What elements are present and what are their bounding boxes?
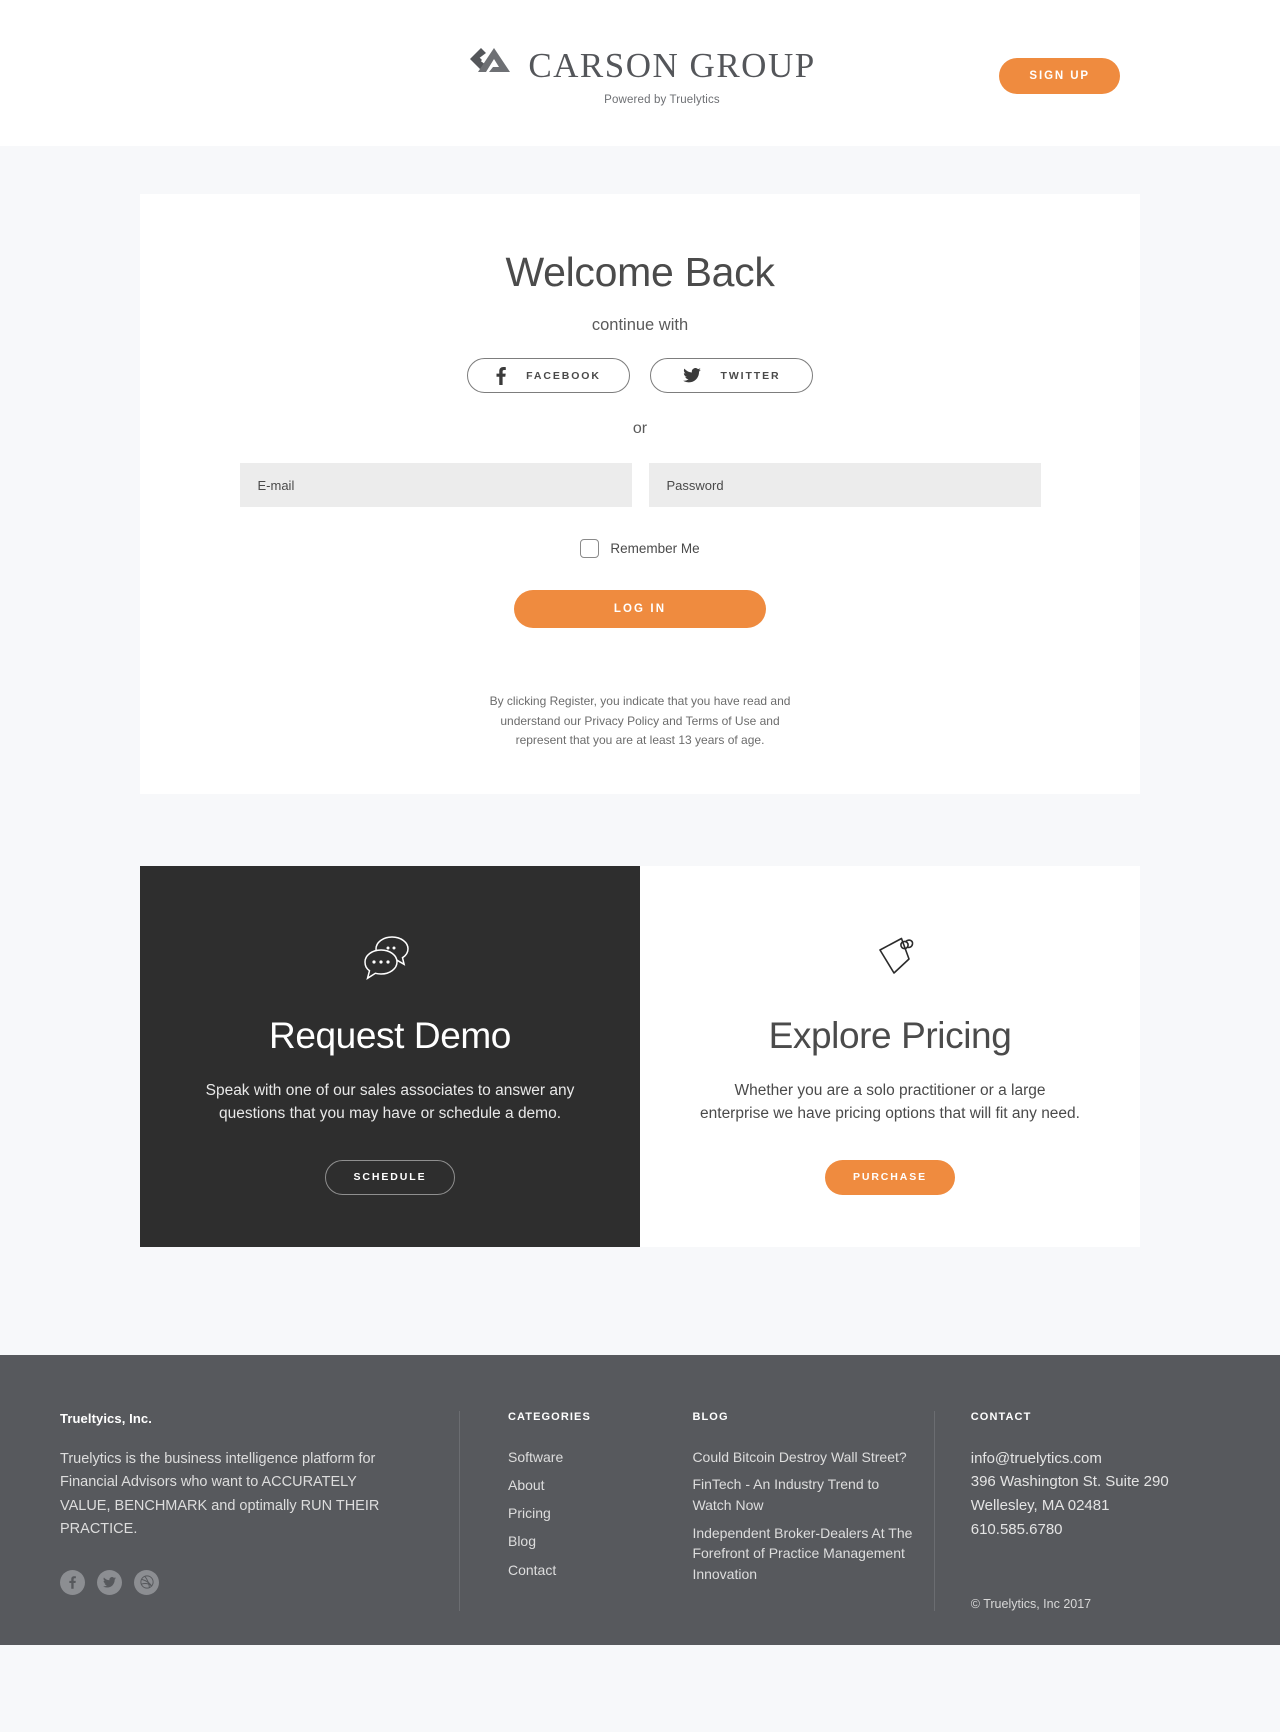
schedule-button[interactable]: SCHEDULE [324, 1159, 456, 1195]
footer-link-about[interactable]: About [508, 1475, 692, 1495]
footer-about-column: Trueltyics, Inc. Truelytics is the busin… [60, 1411, 459, 1595]
sign-up-button[interactable]: SIGN UP [999, 58, 1120, 94]
footer-contact-column: CONTACT info@truelytics.com 396 Washingt… [971, 1411, 1220, 1612]
logo-subtitle: Powered by Truelytics [604, 94, 720, 106]
contact-address-line2: Wellesley, MA 02481 [970, 1496, 1110, 1514]
contact-email[interactable]: info@truelytics.com [971, 1447, 1220, 1471]
promo-cards: Request Demo Speak with one of our sales… [140, 866, 1140, 1247]
email-input[interactable] [239, 463, 632, 508]
password-input[interactable] [648, 463, 1041, 508]
footer-brand-name: Trueltyics, Inc. [60, 1410, 152, 1426]
explore-pricing-text: Whether you are a solo practitioner or a… [700, 1082, 1080, 1123]
facebook-icon [496, 366, 506, 385]
footer-link-pricing[interactable]: Pricing [508, 1503, 692, 1523]
footer-social-icons [60, 1569, 399, 1595]
chat-bubbles-icon [198, 928, 582, 990]
footer-link-software[interactable]: Software [508, 1447, 692, 1467]
purchase-button[interactable]: PURCHASE [824, 1159, 956, 1195]
contact-heading: CONTACT [970, 1410, 1032, 1423]
social-login-row: FACEBOOK TWITTER [140, 358, 1140, 394]
explore-pricing-title: Explore Pricing [768, 1015, 1012, 1057]
request-demo-title: Request Demo [269, 1015, 511, 1057]
blog-heading: BLOG [692, 1410, 729, 1423]
or-separator: or [632, 420, 648, 438]
remember-me-checkbox[interactable] [580, 539, 600, 559]
footer-about-text: Truelytics is the business intelligence … [60, 1450, 380, 1538]
page-body: Welcome Back continue with FACEBOOK TWIT… [0, 194, 1280, 1247]
blog-post-link[interactable]: Could Bitcoin Destroy Wall Street? [692, 1447, 921, 1468]
explore-pricing-card: Explore Pricing Whether you are a solo p… [640, 866, 1140, 1247]
contact-address-line1: 396 Washington St. Suite 290 [970, 1473, 1169, 1491]
log-in-button[interactable]: LOG IN [514, 590, 766, 629]
credentials-row [140, 463, 1140, 508]
footer-categories-column: CATEGORIES Software About Pricing Blog C… [508, 1411, 692, 1588]
continue-with-label: continue with [591, 316, 689, 335]
brand-logo[interactable]: CARSON GROUP Powered by Truelytics [464, 46, 815, 106]
dribbble-icon[interactable] [134, 1569, 159, 1595]
remember-me-label: Remember Me [610, 541, 700, 557]
blog-post-link[interactable]: FinTech - An Industry Trend to Watch Now [692, 1474, 921, 1515]
footer-divider [933, 1410, 935, 1612]
legal-disclaimer: By clicking Register, you indicate that … [489, 694, 791, 747]
categories-heading: CATEGORIES [507, 1410, 591, 1423]
request-demo-card: Request Demo Speak with one of our sales… [140, 866, 640, 1247]
site-header: CARSON GROUP Powered by Truelytics SIGN … [0, 0, 1280, 146]
blog-post-link[interactable]: Independent Broker-Dealers At The Forefr… [692, 1523, 921, 1585]
facebook-icon[interactable] [60, 1569, 85, 1595]
login-card: Welcome Back continue with FACEBOOK TWIT… [140, 194, 1140, 795]
remember-me-row: Remember Me [140, 539, 1140, 559]
facebook-login-button[interactable]: FACEBOOK [467, 358, 630, 394]
twitter-login-label: TWITTER [720, 369, 781, 382]
facebook-login-label: FACEBOOK [526, 369, 601, 382]
carson-group-logo-icon [464, 46, 514, 85]
price-tag-icon [698, 928, 1082, 990]
footer-link-contact[interactable]: Contact [508, 1560, 692, 1580]
footer-link-blog[interactable]: Blog [508, 1531, 692, 1551]
contact-phone[interactable]: 610.585.6780 [971, 1518, 1220, 1542]
twitter-icon[interactable] [97, 1569, 122, 1595]
request-demo-text: Speak with one of our sales associates t… [205, 1082, 575, 1123]
site-footer: Trueltyics, Inc. Truelytics is the busin… [0, 1354, 1280, 1646]
twitter-icon [682, 368, 701, 383]
copyright-text: © Truelytics, Inc 2017 [970, 1597, 1092, 1612]
logo-wordmark: CARSON GROUP [528, 46, 816, 85]
footer-blog-column: BLOG Could Bitcoin Destroy Wall Street? … [692, 1411, 921, 1592]
twitter-login-button[interactable]: TWITTER [650, 358, 813, 394]
page-title: Welcome Back [505, 249, 775, 295]
footer-divider [458, 1410, 460, 1612]
